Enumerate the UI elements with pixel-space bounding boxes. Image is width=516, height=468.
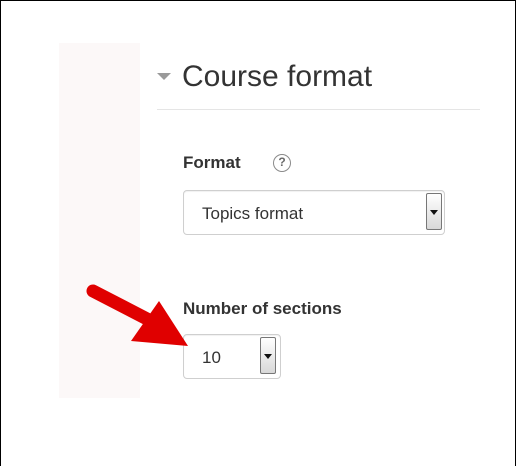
arrow-shape bbox=[86, 284, 188, 346]
red-arrow-annotation-icon bbox=[86, 284, 188, 346]
screenshot-frame: Course format Format ? Topics format Num… bbox=[0, 0, 516, 466]
